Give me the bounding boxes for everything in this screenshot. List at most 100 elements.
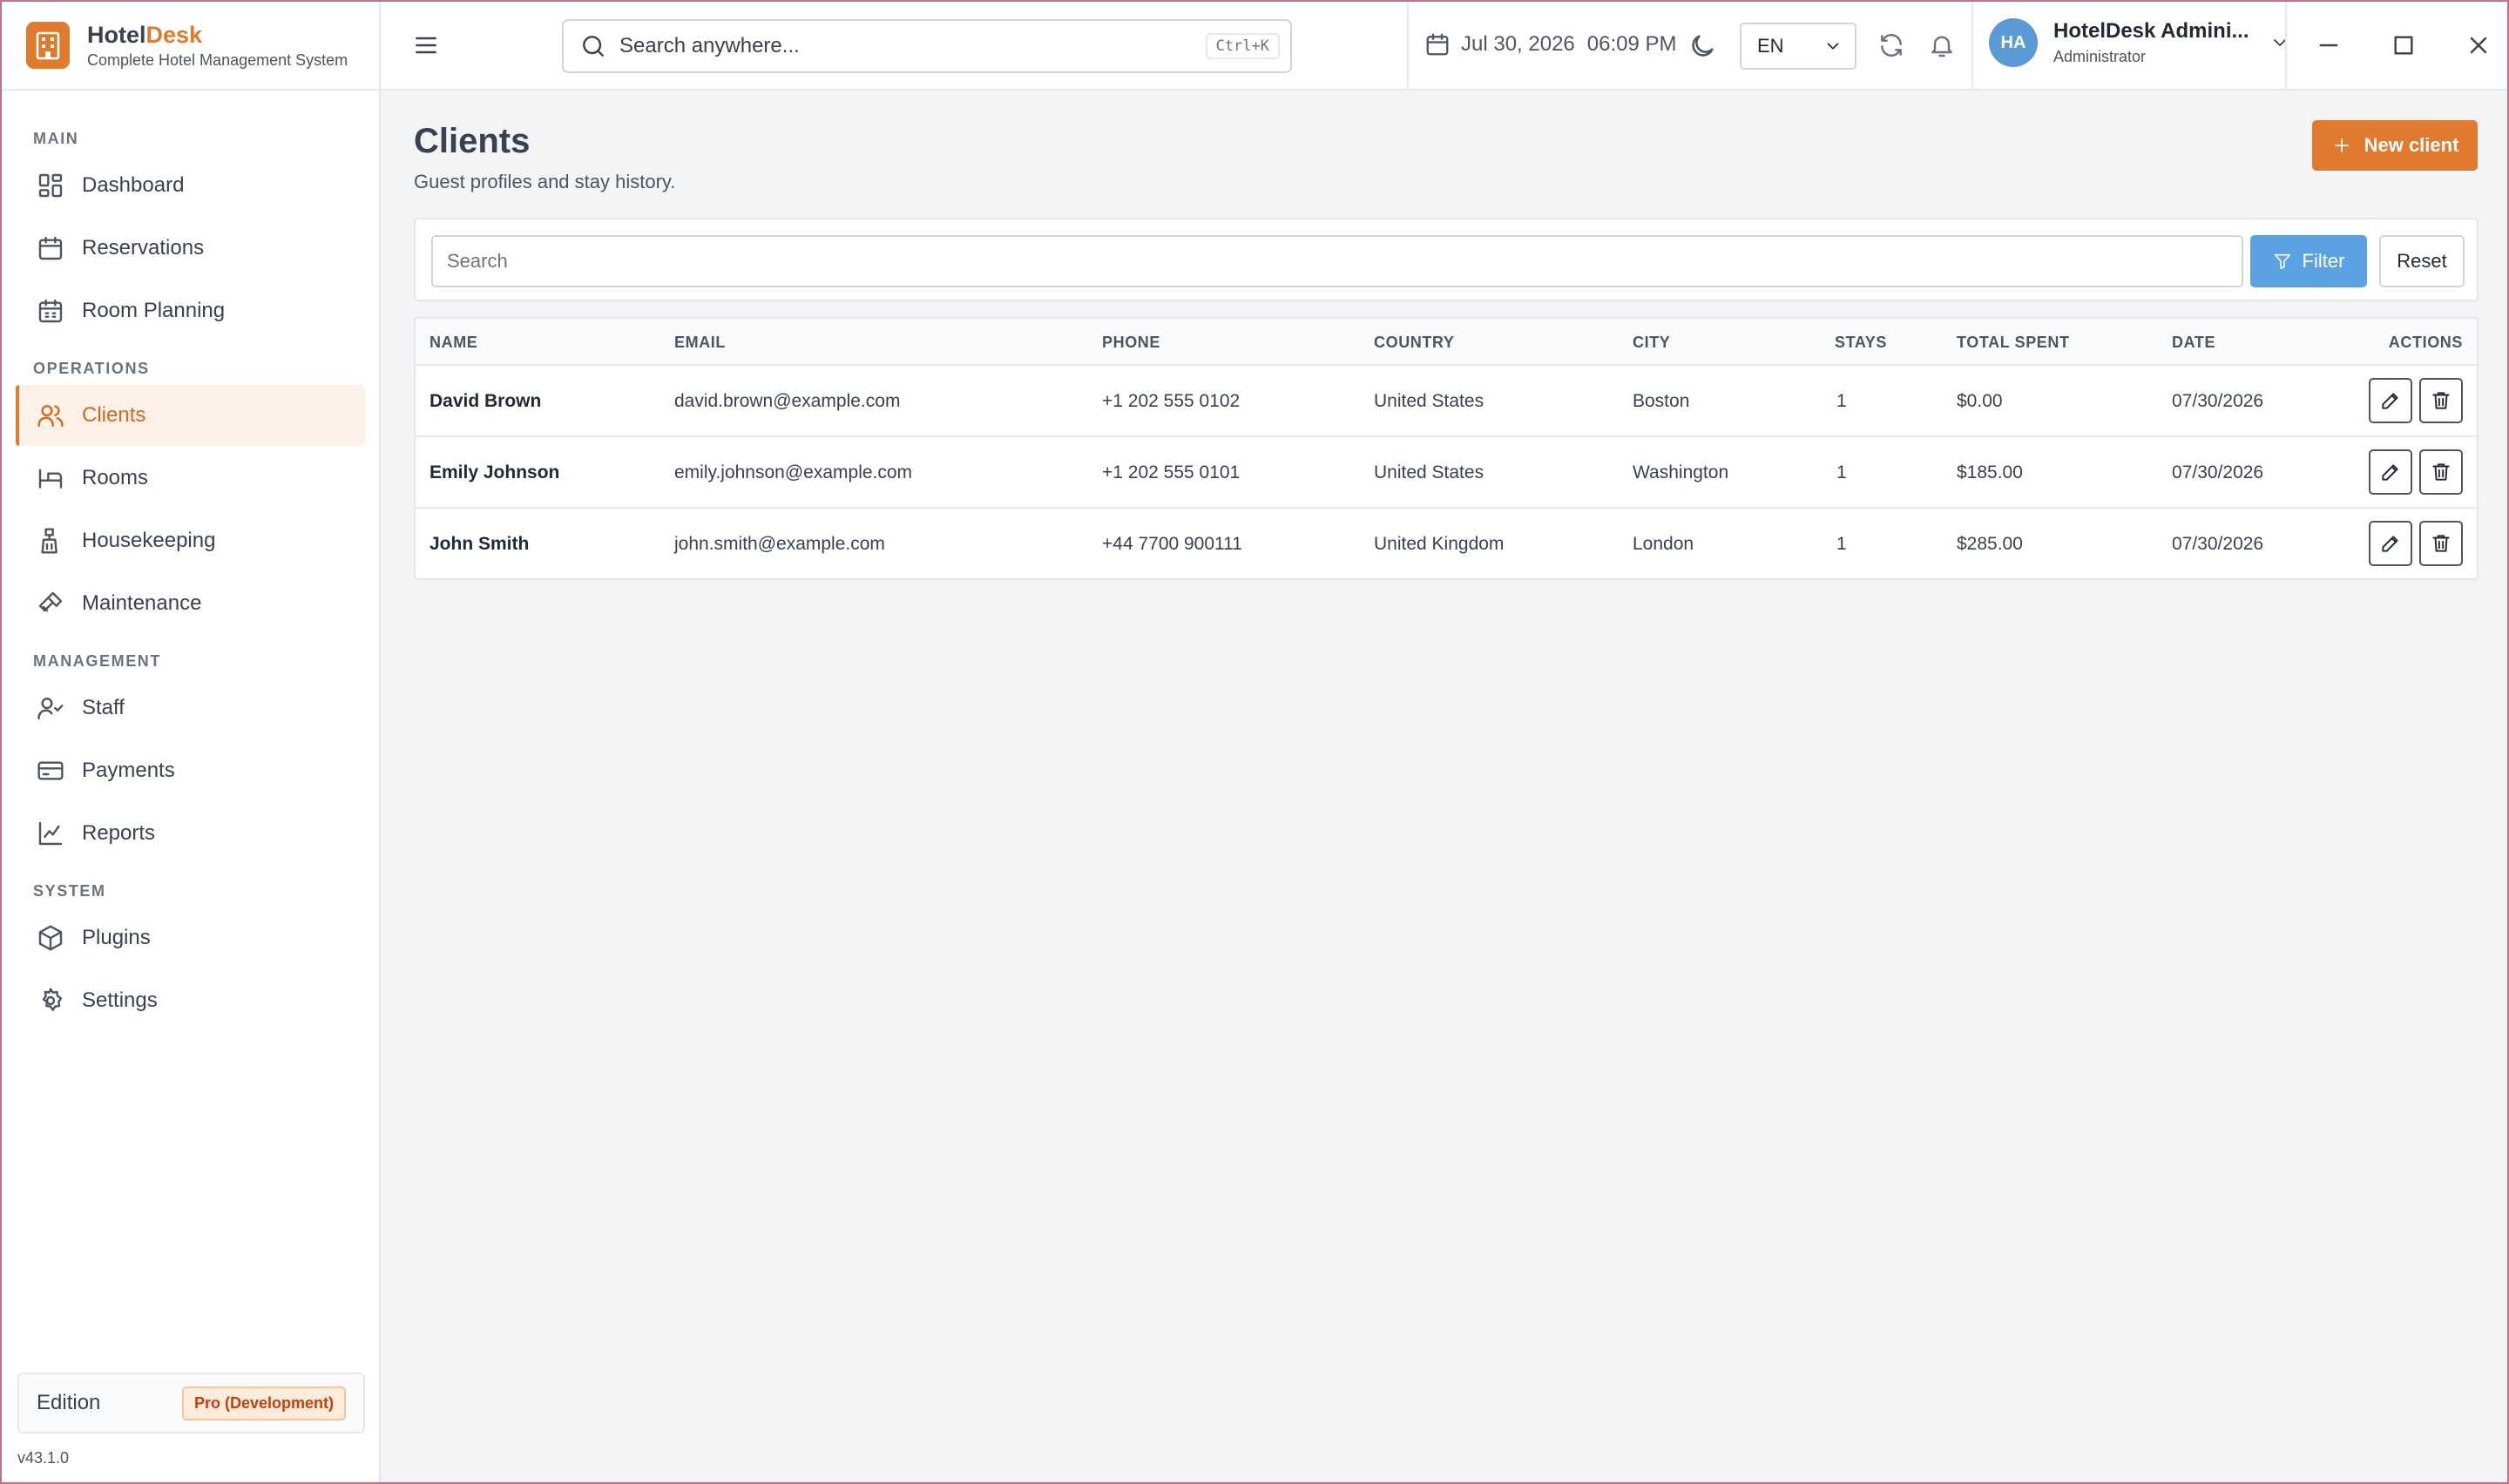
sidebar-item-label: Maintenance — [82, 591, 202, 615]
avatar: HA — [1989, 18, 2038, 67]
client-email: david.brown@example.com — [674, 391, 901, 411]
global-search-input[interactable]: Search anywhere... Ctrl+K — [562, 19, 1292, 73]
divider — [1971, 2, 1973, 89]
funnel-icon — [2273, 252, 2292, 271]
wrench-icon — [37, 590, 64, 617]
divider — [2285, 2, 2287, 89]
pencil-icon — [2379, 532, 2402, 555]
new-client-button[interactable]: New client — [2312, 120, 2478, 171]
brand[interactable]: HotelDesk Complete Hotel Management Syst… — [2, 2, 379, 91]
dark-mode-toggle-icon[interactable] — [1687, 31, 1717, 61]
maximize-icon[interactable] — [2390, 31, 2418, 59]
search-shortcut: Ctrl+K — [1205, 33, 1280, 59]
client-stays: 1 — [1836, 391, 1847, 411]
client-date: 07/30/2026 — [2172, 462, 2264, 482]
column-header[interactable]: COUNTRY — [1374, 319, 1455, 366]
new-client-label: New client — [2364, 134, 2459, 156]
edit-button[interactable] — [2369, 449, 2412, 495]
edition-panel: Edition Pro (Development) — [17, 1373, 365, 1433]
sidebar-item-dashboard[interactable]: Dashboard — [16, 155, 365, 216]
minimize-icon[interactable] — [2315, 31, 2343, 59]
user-menu[interactable]: HA HotelDesk Admini... Administrator — [1989, 17, 2290, 68]
nav-section-management: MANAGEMENT — [33, 652, 161, 670]
dashboard-icon — [37, 172, 64, 199]
client-stays: 1 — [1836, 534, 1847, 554]
nav-section-operations: OPERATIONS — [33, 360, 150, 377]
reset-button[interactable]: Reset — [2379, 235, 2465, 287]
sidebar-item-payments[interactable]: Payments — [16, 740, 365, 801]
delete-button[interactable] — [2419, 449, 2463, 495]
sidebar-item-housekeeping[interactable]: Housekeeping — [16, 510, 365, 571]
package-icon — [37, 924, 64, 952]
client-name[interactable]: David Brown — [429, 366, 541, 437]
edition-badge: Pro (Development) — [181, 1386, 346, 1420]
language-value: EN — [1757, 35, 1784, 57]
column-header[interactable]: CITY — [1633, 319, 1670, 366]
client-email: emily.johnson@example.com — [674, 462, 913, 482]
sidebar-item-label: Rooms — [82, 466, 149, 489]
refresh-icon[interactable] — [1877, 31, 1905, 59]
close-icon[interactable] — [2465, 31, 2492, 59]
client-phone: +44 7700 900111 — [1102, 534, 1242, 554]
delete-button[interactable] — [2419, 378, 2463, 423]
sidebar-item-staff[interactable]: Staff — [16, 678, 365, 739]
hotel-logo-icon — [26, 22, 70, 69]
client-country: United Kingdom — [1374, 534, 1505, 554]
sidebar-item-clients[interactable]: Clients — [16, 385, 365, 446]
sidebar-item-reports[interactable]: Reports — [16, 803, 365, 864]
sidebar-nav: MAIN Dashboard Reservations Room Plannin… — [2, 91, 379, 1031]
edit-button[interactable] — [2369, 378, 2412, 423]
edit-button[interactable] — [2369, 521, 2412, 566]
client-city: London — [1633, 534, 1694, 554]
sidebar: HotelDesk Complete Hotel Management Syst… — [2, 2, 381, 1482]
column-header[interactable]: TOTAL SPENT — [1957, 319, 2070, 366]
notifications-bell-icon[interactable] — [1928, 31, 1956, 59]
table-row[interactable]: David Brown david.brown@example.com +1 2… — [416, 366, 2477, 437]
trash-icon — [2430, 461, 2452, 483]
sidebar-item-label: Housekeeping — [82, 529, 216, 552]
topbar: Search anywhere... Ctrl+K Jul 30, 2026 0… — [381, 2, 2507, 91]
sidebar-item-maintenance[interactable]: Maintenance — [16, 573, 365, 634]
calendar-icon — [37, 234, 64, 262]
client-stays: 1 — [1836, 462, 1847, 482]
chevron-down-icon — [1823, 37, 1843, 56]
app-version: v43.1.0 — [17, 1449, 70, 1467]
filter-bar: Search Filter Reset — [414, 218, 2479, 301]
client-date: 07/30/2026 — [2172, 534, 2264, 554]
sidebar-item-rooms[interactable]: Rooms — [16, 448, 365, 509]
sidebar-item-room-planning[interactable]: Room Planning — [16, 280, 365, 341]
sidebar-item-label: Settings — [82, 988, 158, 1012]
delete-button[interactable] — [2419, 521, 2463, 566]
bed-icon — [37, 464, 64, 492]
sidebar-item-reservations[interactable]: Reservations — [16, 218, 365, 279]
client-city: Boston — [1633, 391, 1690, 411]
filter-button[interactable]: Filter — [2250, 235, 2367, 287]
table-row[interactable]: John Smith john.smith@example.com +44 77… — [416, 509, 2477, 578]
brand-name: HotelDesk — [87, 22, 203, 48]
nav-section-main: MAIN — [33, 130, 79, 147]
client-name[interactable]: John Smith — [429, 509, 529, 578]
column-header[interactable]: NAME — [429, 319, 477, 366]
table-row[interactable]: Emily Johnson emily.johnson@example.com … — [416, 437, 2477, 509]
pencil-icon — [2379, 461, 2402, 483]
client-total-spent: $285.00 — [1957, 534, 2023, 554]
sidebar-item-label: Payments — [82, 759, 175, 782]
line-chart-icon — [37, 820, 64, 847]
column-header[interactable]: EMAIL — [674, 319, 726, 366]
column-header[interactable]: DATE — [2172, 319, 2215, 366]
client-country: United States — [1374, 462, 1484, 482]
column-header[interactable]: STAYS — [1835, 319, 1887, 366]
current-time: 06:09 PM — [1586, 32, 1677, 56]
client-name[interactable]: Emily Johnson — [429, 437, 559, 509]
sidebar-item-plugins[interactable]: Plugins — [16, 907, 365, 968]
sidebar-item-label: Dashboard — [82, 173, 185, 197]
user-check-icon — [37, 694, 64, 722]
datetime: Jul 30, 2026 06:09 PM — [1424, 31, 1677, 57]
menu-toggle-icon[interactable] — [412, 31, 440, 59]
client-search-input[interactable]: Search — [431, 235, 2243, 287]
language-select[interactable]: EN — [1740, 23, 1856, 70]
sidebar-item-label: Staff — [82, 696, 125, 719]
sidebar-item-settings[interactable]: Settings — [16, 970, 365, 1031]
client-total-spent: $185.00 — [1957, 462, 2023, 482]
column-header[interactable]: PHONE — [1102, 319, 1160, 366]
